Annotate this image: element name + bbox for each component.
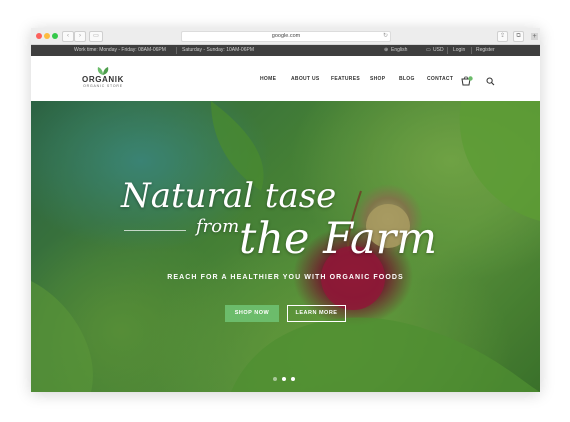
nav-shop[interactable]: SHOP [370,76,385,82]
currency-icon: ▭ [426,47,431,53]
register-link[interactable]: Register [476,45,495,56]
login-link[interactable]: Login [453,45,465,56]
sidebar-icon[interactable]: ▭ [89,31,103,42]
divider [176,47,177,54]
site-logo[interactable]: ORGANIK ORGANIC STORE [75,66,131,94]
top-info-bar: Work time: Monday - Friday: 08AM-06PM Sa… [31,45,540,56]
tabs-icon[interactable]: ⧉ [513,31,524,42]
minimize-window-dot[interactable] [44,33,50,39]
address-text: google.com [271,33,301,39]
decor-line [124,230,186,231]
hero-headline-line1: Natural tase [121,176,337,216]
divider [471,47,472,54]
hero-tagline: REACH FOR A HEALTHIER YOU WITH ORGANIC F… [167,274,404,281]
search-button[interactable] [486,73,495,91]
search-icon [486,77,495,86]
learn-more-button[interactable]: LEARN MORE [287,305,346,322]
cart-icon [461,76,473,86]
maximize-window-dot[interactable] [52,33,58,39]
currency-select[interactable]: USD [433,45,444,56]
language-select[interactable]: English [391,45,407,56]
nav-contact[interactable]: CONTACT [427,76,453,82]
nav-about-us[interactable]: ABOUT US [291,76,320,82]
slide-dot-3[interactable] [291,377,295,381]
hero-slider: Natural tase from the Farm REACH FOR A H… [31,101,540,392]
logo-tagline: ORGANIC STORE [83,84,123,88]
chevron-left-icon[interactable]: ‹ [62,31,74,42]
logo-name: ORGANIK [82,75,124,84]
weekday-hours: Work time: Monday - Friday: 08AM-06PM [74,47,166,53]
close-window-dot[interactable] [36,33,42,39]
reload-icon[interactable]: ↻ [383,32,388,41]
browser-window: ‹ › ▭ google.com ↻ ⇪ ⧉ + Work time: Mond… [31,28,540,392]
chevron-right-icon[interactable]: › [74,31,86,42]
nav-features[interactable]: FEATURES [331,76,360,82]
shop-now-button[interactable]: SHOP NOW [225,305,279,322]
weekend-hours: Saturday - Sunday: 10AM-06PM [182,47,254,53]
site-header: ORGANIK ORGANIC STORE HOME ABOUT US FEAT… [31,56,540,101]
share-icon[interactable]: ⇪ [497,31,508,42]
new-tab-icon[interactable]: + [531,33,538,40]
cart-button[interactable] [461,74,473,92]
hero-headline-from: from [196,216,240,237]
globe-icon: ⊕ [384,47,389,53]
divider [447,47,448,54]
slide-dot-1[interactable] [273,377,277,381]
leaf-logo-icon [97,67,109,75]
browser-toolbar: ‹ › ▭ google.com ↻ ⇪ ⧉ + [31,28,540,45]
address-bar[interactable]: google.com ↻ [181,31,391,42]
nav-home[interactable]: HOME [260,76,276,82]
slide-dot-2[interactable] [282,377,286,381]
hero-headline-line2: the Farm [239,214,437,264]
nav-blog[interactable]: BLOG [399,76,415,82]
